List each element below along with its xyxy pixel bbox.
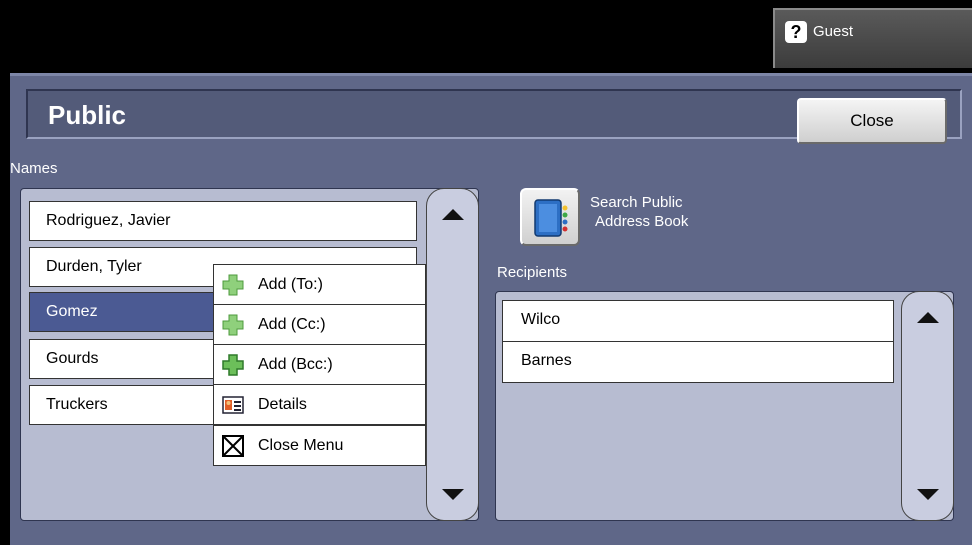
arrow-up-icon: [442, 209, 464, 220]
menu-add-cc[interactable]: Add (Cc:): [213, 304, 426, 345]
menu-close[interactable]: Close Menu: [213, 425, 426, 466]
menu-item-label: Add (To:): [258, 276, 323, 293]
menu-details[interactable]: Details: [213, 384, 426, 425]
arrow-down-icon: [917, 489, 939, 500]
names-scroll-up-button[interactable]: [427, 189, 478, 239]
recipients-label: Recipients: [497, 264, 568, 281]
names-scroll-down-button[interactable]: [427, 469, 478, 519]
recipient-item-wilco[interactable]: Wilco: [502, 300, 894, 342]
names-label: Names: [10, 160, 58, 177]
recipients-scroll-up-button[interactable]: [902, 292, 953, 342]
names-scrollbar[interactable]: [426, 188, 479, 521]
name-item-rodriguez[interactable]: Rodriguez, Javier: [29, 201, 417, 241]
arrow-up-icon: [917, 312, 939, 323]
guest-label: Guest: [813, 23, 854, 40]
details-card-icon: [222, 396, 244, 414]
close-box-icon: [222, 435, 244, 457]
recipients-list: Wilco Barnes: [495, 291, 954, 521]
add-plus-icon: [222, 314, 244, 336]
menu-add-to[interactable]: Add (To:): [213, 264, 426, 305]
add-plus-icon: [222, 274, 244, 296]
recipients-scroll-down-button[interactable]: [902, 469, 953, 519]
menu-item-label: Details: [258, 396, 307, 413]
add-plus-icon: [222, 354, 244, 376]
help-icon: ?: [785, 21, 807, 43]
search-address-book-label: Search Public Address Book: [590, 193, 688, 231]
search-address-book-button[interactable]: [520, 188, 580, 246]
recipients-scrollbar[interactable]: [901, 291, 954, 521]
guest-user-button[interactable]: ? Guest: [773, 8, 972, 68]
menu-item-label: Close Menu: [258, 437, 344, 454]
arrow-down-icon: [442, 489, 464, 500]
address-book-panel: Public Close Names Rodriguez, Javier Dur…: [10, 73, 972, 545]
search-label-line2: Address Book: [595, 213, 689, 230]
menu-add-bcc[interactable]: Add (Bcc:): [213, 344, 426, 385]
menu-item-label: Add (Cc:): [258, 316, 326, 333]
recipient-item-barnes[interactable]: Barnes: [502, 341, 894, 383]
page-title: Public: [48, 100, 127, 130]
address-book-icon: [534, 199, 568, 237]
menu-item-label: Add (Bcc:): [258, 356, 333, 373]
close-button[interactable]: Close: [797, 98, 947, 144]
top-bar: ? Guest: [0, 0, 972, 73]
search-label-line1: Search Public: [590, 194, 683, 211]
